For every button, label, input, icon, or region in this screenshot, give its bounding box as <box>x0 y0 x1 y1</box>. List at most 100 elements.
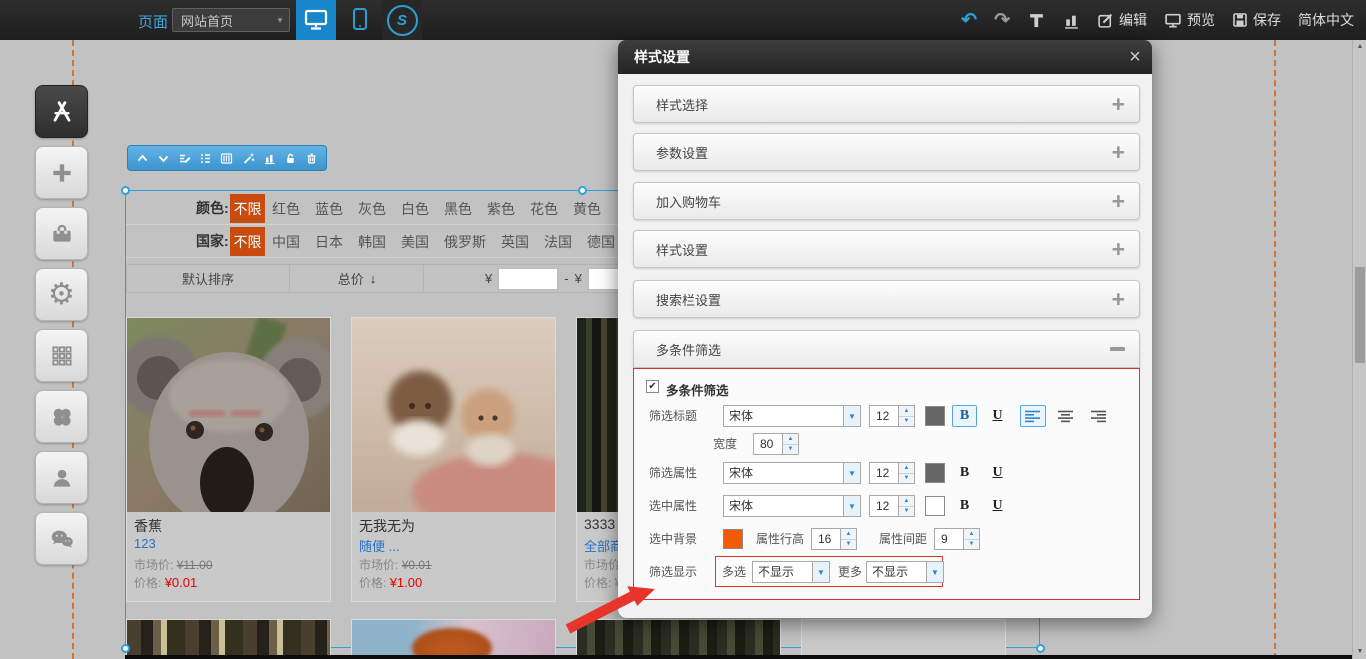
font-size-stepper[interactable]: 12 ▲▼ <box>869 495 915 517</box>
ruler-icon[interactable] <box>1027 11 1045 29</box>
sidebar-item-components[interactable] <box>35 85 88 138</box>
sidebar-item-add[interactable] <box>35 146 88 199</box>
page-scrollbar[interactable]: ▲ ▼ <box>1352 40 1366 659</box>
filter-option-selected[interactable]: 不限 <box>230 227 265 256</box>
product-card[interactable] <box>576 619 781 657</box>
sort-default[interactable]: 默认排序 <box>127 265 290 292</box>
bold-button[interactable]: B <box>952 462 977 484</box>
sidebar-item-toolbox[interactable] <box>35 207 88 260</box>
filter-option[interactable]: 黑色 <box>444 199 472 219</box>
underline-button[interactable]: U <box>985 495 1010 517</box>
underline-button[interactable]: U <box>985 462 1010 484</box>
save-button[interactable]: 保存 <box>1232 10 1281 30</box>
selection-handle-top-left[interactable] <box>121 186 130 195</box>
product-link[interactable]: 随便 ... <box>359 536 399 555</box>
align-left-button[interactable] <box>1020 405 1046 427</box>
price-min-input[interactable] <box>498 268 558 290</box>
accordion-add-to-cart[interactable]: 加入购物车 + <box>633 182 1140 220</box>
font-size-stepper[interactable]: 12 ▲▼ <box>869 462 915 484</box>
spin-up-icon[interactable]: ▲ <box>899 496 914 507</box>
scroll-up-icon[interactable]: ▲ <box>1353 40 1366 54</box>
sidebar-item-members[interactable] <box>35 451 88 504</box>
selection-handle-bottom-right[interactable] <box>1036 644 1045 653</box>
filter-option[interactable]: 白色 <box>401 199 429 219</box>
spin-down-icon[interactable]: ▼ <box>841 540 856 550</box>
filter-option[interactable]: 灰色 <box>358 199 386 219</box>
accordion-style-settings[interactable]: 样式设置 + <box>633 230 1140 268</box>
more-select-dropdown[interactable]: 不显示 ▼ <box>866 561 944 583</box>
product-card[interactable]: 香蕉 123 市场价: ¥11.00 价格: ¥0.01 <box>126 317 331 602</box>
spin-down-icon[interactable]: ▼ <box>899 474 914 484</box>
undo-icon[interactable]: ↶ <box>961 9 977 32</box>
line-height-stepper[interactable]: 16 ▲▼ <box>811 528 857 550</box>
lock-icon[interactable] <box>281 149 299 167</box>
accordion-style-select[interactable]: 样式选择 + <box>633 85 1140 123</box>
filter-option[interactable]: 黄色 <box>573 199 601 219</box>
mobile-view-button[interactable] <box>340 0 380 40</box>
align-right-button[interactable] <box>1086 405 1112 427</box>
product-card[interactable] <box>351 619 556 657</box>
filter-option-selected[interactable]: 不限 <box>230 194 265 223</box>
sidebar-item-wechat[interactable] <box>35 512 88 565</box>
sidebar-item-apps[interactable] <box>35 390 88 443</box>
edit-button[interactable]: 编辑 <box>1097 10 1147 30</box>
filter-option[interactable]: 美国 <box>401 232 429 252</box>
language-switch[interactable]: 简体中文 <box>1298 10 1354 30</box>
filter-option[interactable]: 英国 <box>501 232 529 252</box>
spin-up-icon[interactable]: ▲ <box>783 434 798 445</box>
font-size-stepper[interactable]: 12 ▲▼ <box>869 405 915 427</box>
close-icon[interactable]: × <box>1118 46 1152 69</box>
link-mode-button[interactable]: S <box>382 0 422 40</box>
sidebar-item-modules[interactable] <box>35 329 88 382</box>
filter-option[interactable]: 红色 <box>272 199 300 219</box>
spin-up-icon[interactable]: ▲ <box>841 529 856 540</box>
attr-color-swatch[interactable] <box>925 463 945 483</box>
filter-option[interactable]: 花色 <box>530 199 558 219</box>
spin-down-icon[interactable]: ▼ <box>783 445 798 455</box>
edit-content-icon[interactable] <box>176 149 194 167</box>
move-up-icon[interactable] <box>134 149 152 167</box>
filter-option[interactable]: 日本 <box>315 232 343 252</box>
filter-option[interactable]: 紫色 <box>487 199 515 219</box>
spin-down-icon[interactable]: ▼ <box>899 417 914 427</box>
spin-down-icon[interactable]: ▼ <box>964 540 979 550</box>
title-color-swatch[interactable] <box>925 406 945 426</box>
sidebar-item-settings[interactable]: ⚙ <box>35 268 88 321</box>
accordion-multi-filter[interactable]: 多条件筛选 <box>633 330 1140 368</box>
font-select[interactable]: 宋体 ▼ <box>723 462 861 484</box>
list-settings-icon[interactable] <box>197 149 215 167</box>
selected-color-swatch[interactable] <box>925 496 945 516</box>
accordion-search-bar[interactable]: 搜索栏设置 + <box>633 280 1140 318</box>
product-card[interactable] <box>801 619 1006 657</box>
sliders-icon[interactable] <box>218 149 236 167</box>
spin-down-icon[interactable]: ▼ <box>899 507 914 517</box>
magic-wand-icon[interactable] <box>239 149 257 167</box>
spin-up-icon[interactable]: ▲ <box>899 406 914 417</box>
accordion-parameters[interactable]: 参数设置 + <box>633 133 1140 171</box>
redo-icon[interactable]: ↷ <box>994 9 1010 32</box>
filter-option[interactable]: 法国 <box>544 232 572 252</box>
scrollbar-thumb[interactable] <box>1355 267 1365 363</box>
filter-option[interactable]: 韩国 <box>358 232 386 252</box>
background-color-swatch[interactable] <box>723 529 743 549</box>
sort-price[interactable]: 总价 ↓ <box>291 265 424 292</box>
chart-icon[interactable] <box>1062 11 1080 29</box>
desktop-view-button[interactable] <box>296 0 336 40</box>
stats-icon[interactable] <box>260 149 278 167</box>
bold-button[interactable]: B <box>952 495 977 517</box>
selection-handle-top-center[interactable] <box>578 186 587 195</box>
product-card[interactable] <box>126 619 331 657</box>
filter-option[interactable]: 德国 <box>587 232 615 252</box>
product-link[interactable]: 123 <box>134 536 156 551</box>
bold-button[interactable]: B <box>952 405 977 427</box>
panel-header[interactable]: 样式设置 × <box>618 40 1152 74</box>
font-select[interactable]: 宋体 ▼ <box>723 495 861 517</box>
width-stepper[interactable]: 80 ▲▼ <box>753 433 799 455</box>
font-select[interactable]: 宋体 ▼ <box>723 405 861 427</box>
multi-select-dropdown[interactable]: 不显示 ▼ <box>752 561 830 583</box>
scroll-down-icon[interactable]: ▼ <box>1353 645 1366 659</box>
spin-up-icon[interactable]: ▲ <box>964 529 979 540</box>
preview-button[interactable]: 预览 <box>1164 10 1215 30</box>
product-card[interactable]: 无我无为 随便 ... 市场价: ¥0.01 价格: ¥1.00 <box>351 317 556 602</box>
page-select[interactable]: 网站首页 ▾ <box>172 8 290 32</box>
